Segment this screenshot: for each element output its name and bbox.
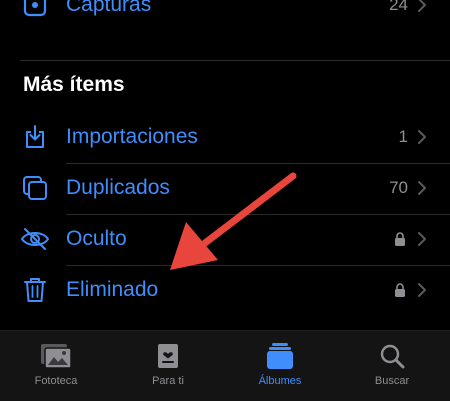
trash-icon [20, 275, 50, 305]
album-row-duplicados[interactable]: Duplicados 70 [0, 163, 450, 213]
tab-bar: Fototeca Para ti Álbumes Buscar [0, 330, 450, 401]
tab-para-ti[interactable]: Para ti [112, 331, 224, 401]
tab-label: Buscar [374, 375, 410, 387]
chevron-right-icon [417, 282, 427, 298]
album-label: Duplicados [66, 176, 170, 199]
lock-icon [394, 283, 406, 297]
tab-fototeca[interactable]: Fototeca [0, 331, 112, 401]
album-label: Oculto [66, 227, 127, 250]
eye-slash-icon [20, 224, 50, 254]
album-row-importaciones[interactable]: Importaciones 1 [0, 112, 450, 162]
tab-albumes[interactable]: Álbumes [224, 331, 336, 401]
tab-label: Para ti [152, 375, 184, 387]
album-row-capturas[interactable]: Capturas 24 [0, 0, 450, 30]
import-icon [20, 122, 50, 152]
album-count: 70 [389, 178, 408, 197]
album-count: 1 [398, 127, 408, 146]
album-row-eliminado[interactable]: Eliminado [0, 265, 450, 315]
section-title: Más ítems [23, 73, 125, 96]
chevron-right-icon [417, 129, 427, 145]
duplicates-icon [20, 173, 50, 203]
tab-label: Álbumes [258, 375, 302, 387]
tab-label: Fototeca [34, 375, 78, 387]
chevron-right-icon [417, 180, 427, 196]
photos-library-icon [39, 342, 73, 370]
chevron-right-icon [417, 231, 427, 247]
album-label: Eliminado [66, 278, 159, 301]
album-count: 24 [389, 0, 408, 14]
search-icon [375, 342, 409, 370]
album-label: Importaciones [66, 125, 198, 148]
chevron-right-icon [417, 0, 427, 13]
screenshot-icon [20, 0, 50, 20]
lock-icon [394, 232, 406, 246]
albums-icon [263, 342, 297, 370]
albums-screen: Capturas 24 Más ítems Importaciones 1 Du… [0, 0, 450, 401]
album-row-oculto[interactable]: Oculto [0, 214, 450, 264]
tab-buscar[interactable]: Buscar [336, 331, 448, 401]
album-label: Capturas [66, 0, 152, 16]
section-divider [20, 60, 450, 61]
for-you-icon [151, 342, 185, 370]
